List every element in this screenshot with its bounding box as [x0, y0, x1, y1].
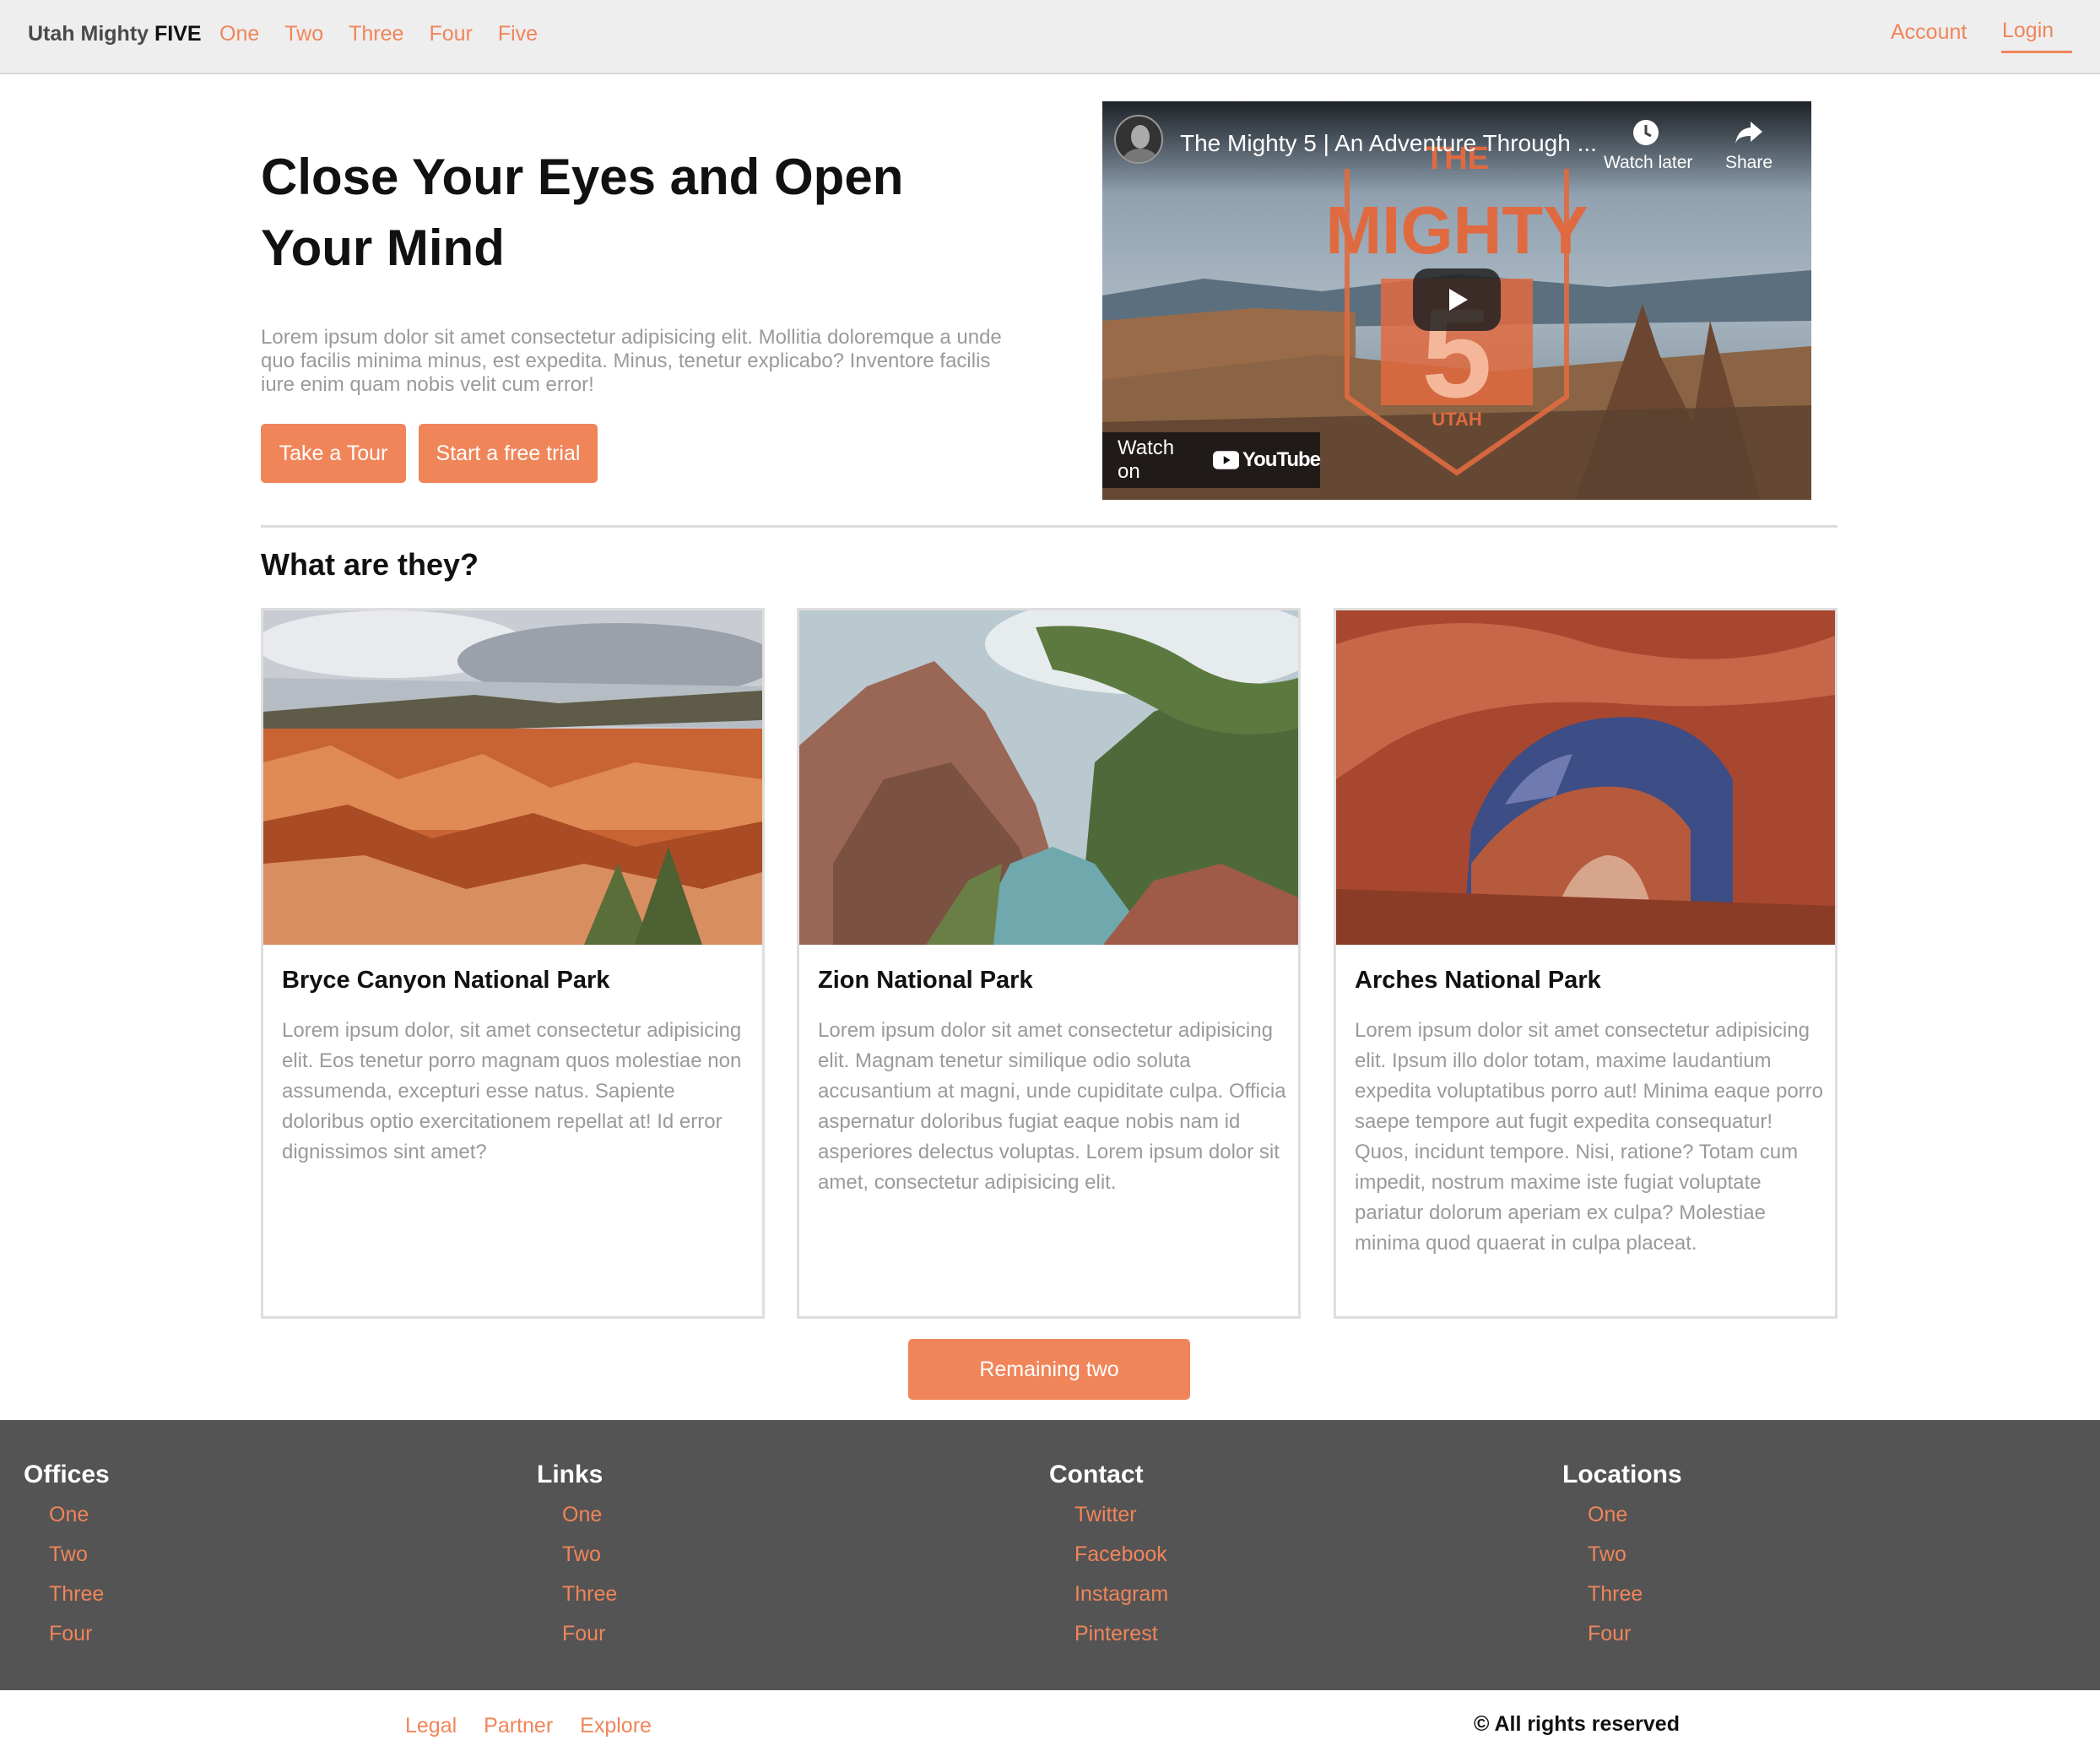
card-title: Bryce Canyon National Park: [282, 967, 610, 994]
nav-links: One Two Three Four Five: [219, 22, 563, 46]
hero-text: Lorem ipsum dolor sit amet consectetur a…: [261, 326, 1002, 396]
clock-icon: [1633, 120, 1659, 145]
login-underline: [2001, 51, 2072, 53]
account-link[interactable]: Account: [1891, 20, 1967, 45]
footer-column-title: Offices: [24, 1461, 110, 1488]
share-button[interactable]: Share: [1715, 118, 1783, 173]
brand-bold: FIVE: [154, 22, 202, 46]
footer-link[interactable]: Two: [49, 1541, 110, 1580]
footer-link[interactable]: Two: [1588, 1541, 1682, 1580]
footer-link[interactable]: One: [562, 1501, 617, 1541]
share-label: Share: [1724, 153, 1773, 172]
park-card-zion: Zion National Park Lorem ipsum dolor sit…: [797, 608, 1301, 1319]
watch-on-youtube-button[interactable]: Watch on YouTube: [1102, 432, 1321, 488]
start-trial-button[interactable]: Start a free trial: [419, 424, 598, 483]
card-text: Lorem ipsum dolor sit amet consectetur a…: [818, 1019, 1286, 1194]
nav-link-two[interactable]: Two: [284, 22, 323, 46]
partner-link[interactable]: Partner: [484, 1714, 553, 1738]
video-logo-bottom: UTAH: [1432, 409, 1481, 430]
park-card-bryce: Bryce Canyon National Park Lorem ipsum d…: [261, 608, 765, 1319]
footer-link[interactable]: Three: [1588, 1580, 1682, 1620]
login-link[interactable]: Login: [2002, 19, 2054, 43]
footer-link[interactable]: Two: [562, 1541, 617, 1580]
copyright-text: © All rights reserved: [1474, 1712, 1680, 1736]
bryce-canyon-image: [263, 610, 762, 945]
footer-link[interactable]: Twitter: [1074, 1501, 1168, 1541]
bottom-bar: Legal Partner Explore © All rights reser…: [0, 1690, 2100, 1751]
share-icon: [1735, 122, 1762, 144]
remaining-two-button[interactable]: Remaining two: [908, 1339, 1190, 1400]
footer-column-contact: Contact Twitter Facebook Instagram Pinte…: [1049, 1461, 1168, 1660]
footer-link[interactable]: Four: [562, 1620, 617, 1660]
legal-link[interactable]: Legal: [405, 1714, 457, 1738]
card-title: Arches National Park: [1355, 967, 1601, 994]
section-divider: [261, 525, 1838, 528]
footer-column-locations: Locations One Two Three Four: [1562, 1461, 1682, 1660]
nav-link-three[interactable]: Three: [349, 22, 403, 46]
footer-link[interactable]: Three: [49, 1580, 110, 1620]
watch-on-label: Watch on: [1118, 436, 1175, 483]
video-title[interactable]: The Mighty 5 | An Adventure Through ...: [1180, 130, 1597, 157]
footer-column-title: Contact: [1049, 1461, 1144, 1488]
play-icon: [1449, 289, 1468, 311]
footer-link[interactable]: One: [1588, 1501, 1682, 1541]
youtube-play-icon: [1212, 451, 1239, 469]
nav-link-four[interactable]: Four: [429, 22, 472, 46]
park-card-arches: Arches National Park Lorem ipsum dolor s…: [1334, 608, 1838, 1319]
section-title: What are they?: [261, 547, 479, 582]
footer-column-title: Links: [537, 1461, 603, 1488]
card-title: Zion National Park: [818, 967, 1033, 994]
nav-link-five[interactable]: Five: [498, 22, 538, 46]
footer-link[interactable]: One: [49, 1501, 110, 1541]
footer-link[interactable]: Three: [562, 1580, 617, 1620]
brand-prefix: Utah Mighty: [28, 22, 149, 46]
watch-later-button[interactable]: Watch later: [1604, 118, 1693, 173]
arches-image: [1336, 610, 1835, 945]
footer-link[interactable]: Pinterest: [1074, 1620, 1168, 1660]
footer-link[interactable]: Four: [49, 1620, 110, 1660]
bottom-links: Legal Partner Explore: [405, 1714, 679, 1738]
explore-link[interactable]: Explore: [580, 1714, 652, 1738]
brand-logo[interactable]: Utah Mighty FIVE: [28, 22, 202, 46]
footer-link[interactable]: Instagram: [1074, 1580, 1168, 1620]
footer: Offices One Two Three Four Links One Two…: [0, 1420, 2100, 1690]
watch-later-label: Watch later: [1604, 153, 1693, 172]
video-logo-main: MIGHTY: [1325, 192, 1588, 268]
youtube-wordmark: YouTube: [1242, 448, 1321, 471]
footer-column-offices: Offices One Two Three Four: [24, 1461, 110, 1660]
footer-column-title: Locations: [1562, 1461, 1682, 1488]
nav-link-one[interactable]: One: [219, 22, 259, 46]
footer-column-links: Links One Two Three Four: [537, 1461, 617, 1660]
play-button[interactable]: [1413, 268, 1501, 331]
take-tour-button[interactable]: Take a Tour: [261, 424, 406, 483]
top-navbar: Utah Mighty FIVE One Two Three Four Five…: [0, 0, 2100, 74]
footer-link[interactable]: Facebook: [1074, 1541, 1168, 1580]
youtube-video-embed[interactable]: THE MIGHTY 5 UTAH The Mighty 5 | An Adve…: [1102, 101, 1811, 500]
zion-image: [799, 610, 1298, 945]
channel-avatar[interactable]: [1114, 115, 1163, 164]
footer-link[interactable]: Four: [1588, 1620, 1682, 1660]
card-text: Lorem ipsum dolor sit amet consectetur a…: [1355, 1019, 1823, 1255]
card-text: Lorem ipsum dolor, sit amet consectetur …: [282, 1019, 742, 1163]
hero-title: Close Your Eyes and Open Your Mind: [261, 149, 904, 276]
